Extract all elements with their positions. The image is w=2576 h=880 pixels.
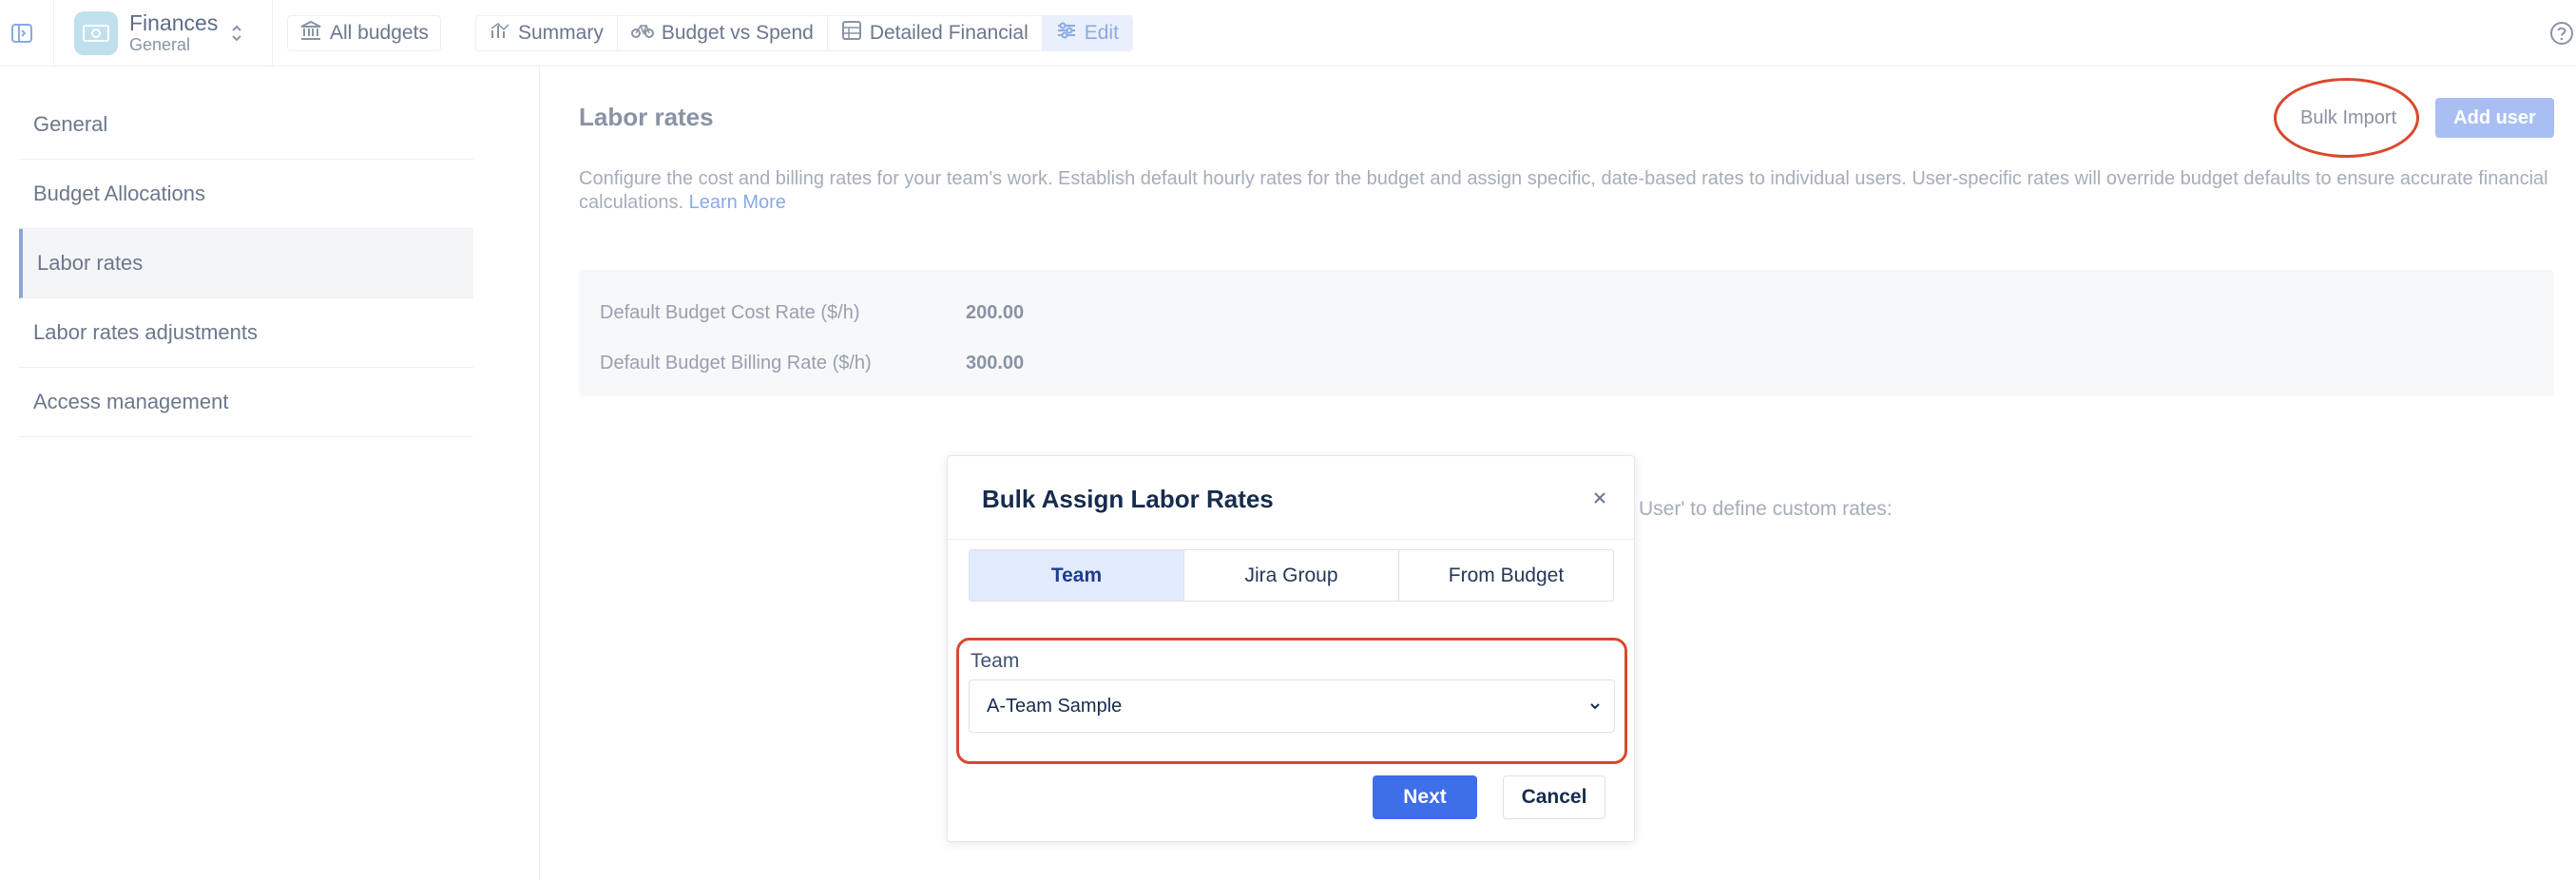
chevron-down-icon <box>1587 698 1603 719</box>
default-cost-rate-label: Default Budget Cost Rate ($/h) <box>600 302 860 323</box>
page-title: Labor rates <box>579 103 714 131</box>
chevron-updown-icon <box>229 22 244 49</box>
help-icon[interactable] <box>2549 21 2574 46</box>
top-bar: Finances General All budgets Summary Bud… <box>0 0 2576 67</box>
app-subtitle: General <box>129 34 191 54</box>
tab-budget-vs-spend-label: Budget vs Spend <box>661 22 814 44</box>
divider <box>53 0 54 67</box>
sidebar-toggle-icon[interactable] <box>8 19 36 48</box>
cancel-button[interactable]: Cancel <box>1503 775 1605 819</box>
default-cost-rate-row: Default Budget Cost Rate ($/h) 200.00 <box>600 302 1024 324</box>
sidebar-item-label: Budget Allocations <box>33 182 206 205</box>
segment-from-budget[interactable]: From Budget <box>1399 550 1613 601</box>
modal-header: Bulk Assign Labor Rates <box>948 456 1634 540</box>
sidebar-item-label: Access management <box>33 390 229 413</box>
money-icon <box>74 11 118 55</box>
sidebar-item-label: General <box>33 112 108 136</box>
tab-edit[interactable]: Edit <box>1042 16 1132 50</box>
divider <box>539 67 540 880</box>
view-tabs: Summary Budget vs Spend Detailed Financi… <box>475 15 1133 51</box>
all-budgets-button[interactable]: All budgets <box>287 15 441 51</box>
learn-more-link[interactable]: Learn More <box>689 192 786 213</box>
sidebar-item-label: Labor rates <box>37 251 144 275</box>
tab-detailed-financial[interactable]: Detailed Financial <box>828 16 1043 50</box>
team-select-value: A-Team Sample <box>987 695 1123 717</box>
default-cost-rate-value: 200.00 <box>966 302 1025 323</box>
sidebar-item-access-management[interactable]: Access management <box>19 368 473 437</box>
all-budgets-label: All budgets <box>330 22 429 44</box>
modal-title: Bulk Assign Labor Rates <box>982 485 1274 513</box>
sidebar-item-labor-rates-adjustments[interactable]: Labor rates adjustments <box>19 298 473 368</box>
table-icon <box>841 20 862 47</box>
highlight-circle <box>2274 78 2419 158</box>
bulk-assign-modal: Bulk Assign Labor Rates Team Jira Group … <box>947 455 1635 842</box>
chart-icon <box>490 21 510 46</box>
bank-icon <box>299 20 322 47</box>
sidebar-item-label: Labor rates adjustments <box>33 320 259 344</box>
bicycle-icon <box>630 21 654 46</box>
sliders-icon <box>1056 21 1077 46</box>
default-billing-rate-row: Default Budget Billing Rate ($/h) 300.00 <box>600 353 1024 374</box>
add-user-button[interactable]: Add user <box>2435 98 2554 138</box>
tab-summary-label: Summary <box>518 22 604 44</box>
close-icon[interactable] <box>1590 488 1609 507</box>
app-switcher[interactable]: Finances General <box>74 10 264 56</box>
team-field-label: Team <box>971 650 1020 672</box>
description-text: Configure the cost and billing rates for… <box>579 168 2548 213</box>
sidebar-item-labor-rates[interactable]: Labor rates <box>19 229 473 298</box>
segment-jira-group[interactable]: Jira Group <box>1184 550 1399 601</box>
next-button[interactable]: Next <box>1373 775 1477 819</box>
page-description: Configure the cost and billing rates for… <box>579 167 2556 215</box>
assign-source-selector: Team Jira Group From Budget <box>969 549 1614 602</box>
tab-edit-label: Edit <box>1084 22 1119 44</box>
settings-sidebar: General Budget Allocations Labor rates L… <box>19 90 473 437</box>
tab-summary[interactable]: Summary <box>476 16 618 50</box>
divider <box>272 0 273 67</box>
default-billing-rate-label: Default Budget Billing Rate ($/h) <box>600 353 872 373</box>
team-select[interactable]: A-Team Sample <box>969 679 1615 733</box>
default-rates-panel: Default Budget Cost Rate ($/h) 200.00 De… <box>579 270 2554 396</box>
tab-budget-vs-spend[interactable]: Budget vs Spend <box>618 16 828 50</box>
empty-state-hint: User' to define custom rates: <box>1639 498 1893 520</box>
default-billing-rate-value: 300.00 <box>966 353 1025 373</box>
sidebar-item-budget-allocations[interactable]: Budget Allocations <box>19 160 473 229</box>
tab-detailed-financial-label: Detailed Financial <box>869 22 1028 44</box>
app-title: Finances <box>129 10 219 36</box>
segment-team[interactable]: Team <box>970 550 1184 601</box>
sidebar-item-general[interactable]: General <box>19 90 473 160</box>
